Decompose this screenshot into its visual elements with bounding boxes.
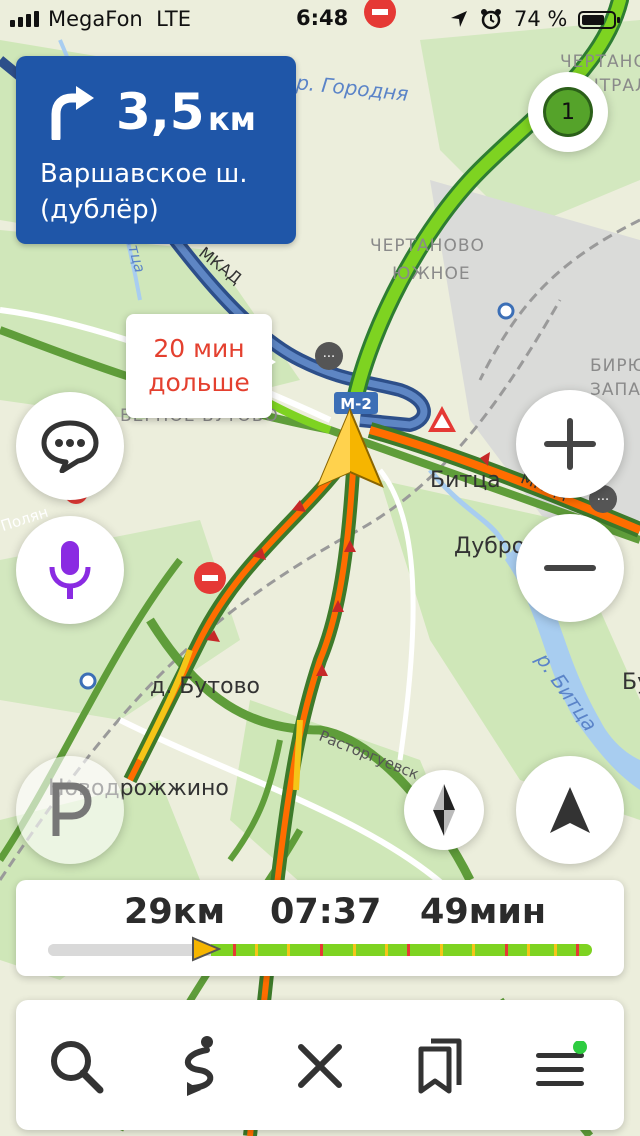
traffic-segment — [352, 944, 356, 956]
compass-icon — [433, 784, 455, 836]
zoom-in-button[interactable] — [516, 390, 624, 498]
traffic-segment — [232, 944, 236, 956]
parking-button[interactable] — [16, 756, 124, 864]
alt-route-bubble[interactable]: 20 мин дольше — [126, 314, 276, 418]
alt-route-text: дольше — [148, 368, 250, 397]
maneuver-unit: км — [208, 100, 256, 138]
traffic-segment — [407, 944, 411, 956]
traffic-level-value: 1 — [561, 99, 575, 125]
bookmarks-icon — [418, 1038, 462, 1094]
zoom-out-button[interactable] — [516, 514, 624, 622]
bottom-toolbar — [16, 1000, 624, 1130]
location-arrow-icon — [450, 9, 468, 33]
arrival-time: 07:37 — [270, 892, 382, 932]
menu-icon — [536, 1041, 587, 1086]
chat-button[interactable] — [16, 392, 124, 500]
svg-text:М-2: М-2 — [340, 395, 372, 413]
map-label-district: БИРЮЛ — [590, 356, 640, 376]
traffic-segment — [439, 944, 443, 956]
map-label-district: ЧЕРТАНО — [560, 52, 640, 72]
clock: 6:48 — [296, 6, 349, 30]
route-progress-bar — [48, 944, 592, 956]
trip-distance: 29км — [124, 892, 226, 932]
traffic-segment — [504, 944, 508, 956]
search-button[interactable] — [40, 1030, 112, 1102]
traffic-level-badge: 1 — [543, 87, 593, 137]
maneuver-street: Варшавское ш. (дублёр) — [40, 159, 248, 225]
microphone-icon — [49, 541, 91, 599]
current-position-triangle-icon — [192, 936, 222, 962]
map-label-district: ЧЕРТАНОВО — [370, 236, 485, 256]
traffic-segment — [385, 944, 389, 956]
maneuver-distance: 3,5 — [116, 83, 205, 141]
signal-icon — [10, 11, 39, 27]
navigation-arrow-icon — [550, 787, 590, 833]
chat-icon — [41, 420, 99, 473]
parking-icon — [52, 782, 92, 836]
turn-right-arrow-icon — [51, 86, 94, 140]
map-label-district: ЮЖНОЕ — [392, 264, 471, 284]
traffic-segment — [287, 944, 291, 956]
my-location-button[interactable] — [516, 756, 624, 864]
carrier-label: MegaFon LTE — [48, 7, 191, 31]
compass-button[interactable] — [404, 770, 484, 850]
alt-route-time: 20 мин — [153, 334, 245, 363]
bookmarks-button[interactable] — [404, 1030, 476, 1102]
traffic-segment — [472, 944, 476, 956]
traffic-segment — [575, 944, 579, 956]
route-icon — [185, 1036, 214, 1096]
maneuver-card[interactable]: 3,5 км Варшавское ш. (дублёр) — [16, 56, 296, 244]
route-info-panel[interactable]: 29км 07:37 49мин — [16, 880, 624, 976]
alarm-icon — [480, 8, 502, 35]
map-label-place: д. Бутово — [150, 674, 261, 699]
menu-button[interactable] — [524, 1030, 596, 1102]
route-button[interactable] — [163, 1030, 235, 1102]
traffic-segment — [553, 944, 557, 956]
svg-text:···: ··· — [597, 493, 609, 508]
map-label-place: Бу — [622, 670, 640, 695]
plus-icon — [544, 418, 596, 470]
route-progress-remaining — [211, 944, 592, 956]
voice-assistant-button[interactable] — [16, 516, 124, 624]
route-progress-done — [48, 944, 212, 956]
search-icon — [51, 1041, 104, 1094]
map-label-place: Битца — [430, 468, 501, 493]
traffic-segment — [526, 944, 530, 956]
traffic-segment — [320, 944, 323, 956]
battery-icon — [578, 11, 620, 29]
close-route-button[interactable] — [284, 1030, 356, 1102]
svg-text:···: ··· — [323, 350, 335, 365]
close-icon — [298, 1044, 342, 1088]
traffic-segment — [254, 944, 258, 956]
battery-percent: 74 % — [514, 7, 568, 31]
traffic-level-button[interactable]: 1 — [528, 72, 608, 152]
trip-duration: 49мин — [420, 892, 547, 932]
status-bar: MegaFon LTE 6:48 74 % — [0, 0, 640, 40]
minus-icon — [544, 565, 596, 571]
